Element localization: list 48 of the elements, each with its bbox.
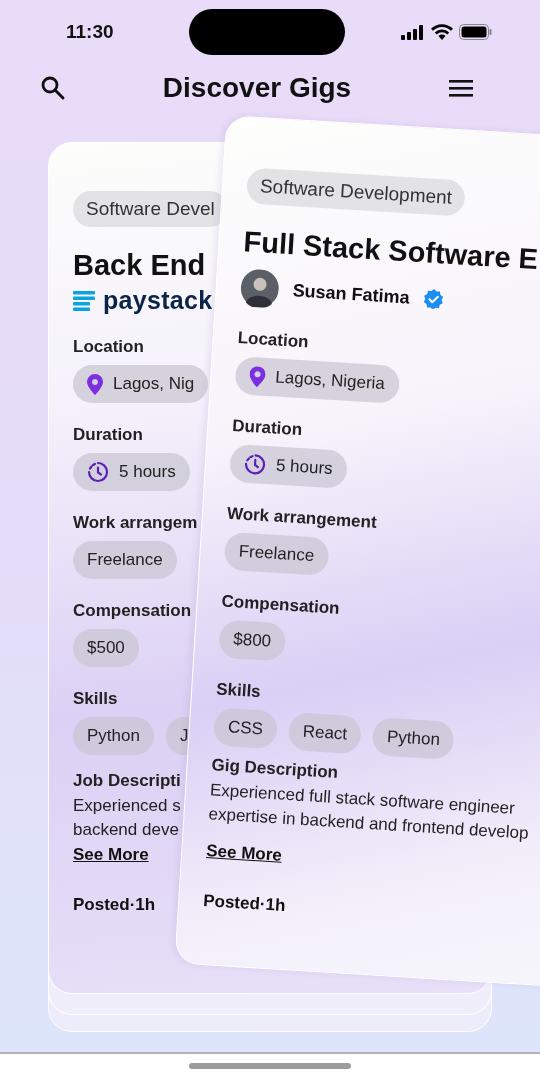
posted-time: Posted·1h [73,895,156,915]
search-icon[interactable] [40,75,66,101]
logo-icon [73,290,95,311]
field-label: Compensation [221,591,341,619]
timer-icon [87,461,109,483]
poster-name: Susan Fatima [292,279,411,308]
field-label: Duration [73,425,143,445]
field-label: Duration [231,415,303,441]
menu-icon[interactable] [448,78,474,98]
info-chip: React [287,711,363,755]
info-chip: Lagos, Nigeria [234,356,400,404]
location-pin-icon [248,365,267,388]
description-label: Job Descripti [73,771,181,791]
field-label: Skills [215,679,262,703]
info-chip: 5 hours [228,443,348,489]
see-more-link[interactable]: See More [73,845,149,865]
description-label: Gig Description [211,755,339,783]
field-label: Skills [73,689,118,709]
description-text: Experienced s [73,797,181,815]
field-label: Work arrangement [226,503,378,533]
location-pin-icon [87,373,103,395]
wifi-icon [431,24,453,40]
info-chip: Python [73,717,154,755]
field-label: Work arrangem [73,513,198,533]
field-label: Location [73,337,144,357]
info-chip: Freelance [223,531,330,576]
avatar [239,268,280,309]
info-chip: Freelance [73,541,177,579]
info-chip: Lagos, Nig [73,365,209,403]
description-text: backend deve [73,821,179,839]
see-more-link[interactable]: See More [205,841,283,866]
battery-icon [459,24,492,40]
gig-title: Full Stack Software E [242,225,539,277]
status-time: 11:30 [66,21,114,43]
category-tag: Software Development [246,167,466,217]
posted-time: Posted·1h [202,891,286,917]
info-chip: $800 [218,619,287,662]
info-chip: $500 [73,629,139,667]
info-chip: CSS [212,707,278,750]
info-chip: Python [371,717,456,760]
page-title: Discover Gigs [162,72,352,104]
field-label: Compensation [73,601,192,621]
gig-title: Back End [73,249,206,282]
signal-icon [401,24,425,40]
field-label: Location [237,328,310,353]
timer-icon [243,452,267,477]
company-name: paystack [103,286,213,315]
info-chip: 5 hours [73,453,190,491]
